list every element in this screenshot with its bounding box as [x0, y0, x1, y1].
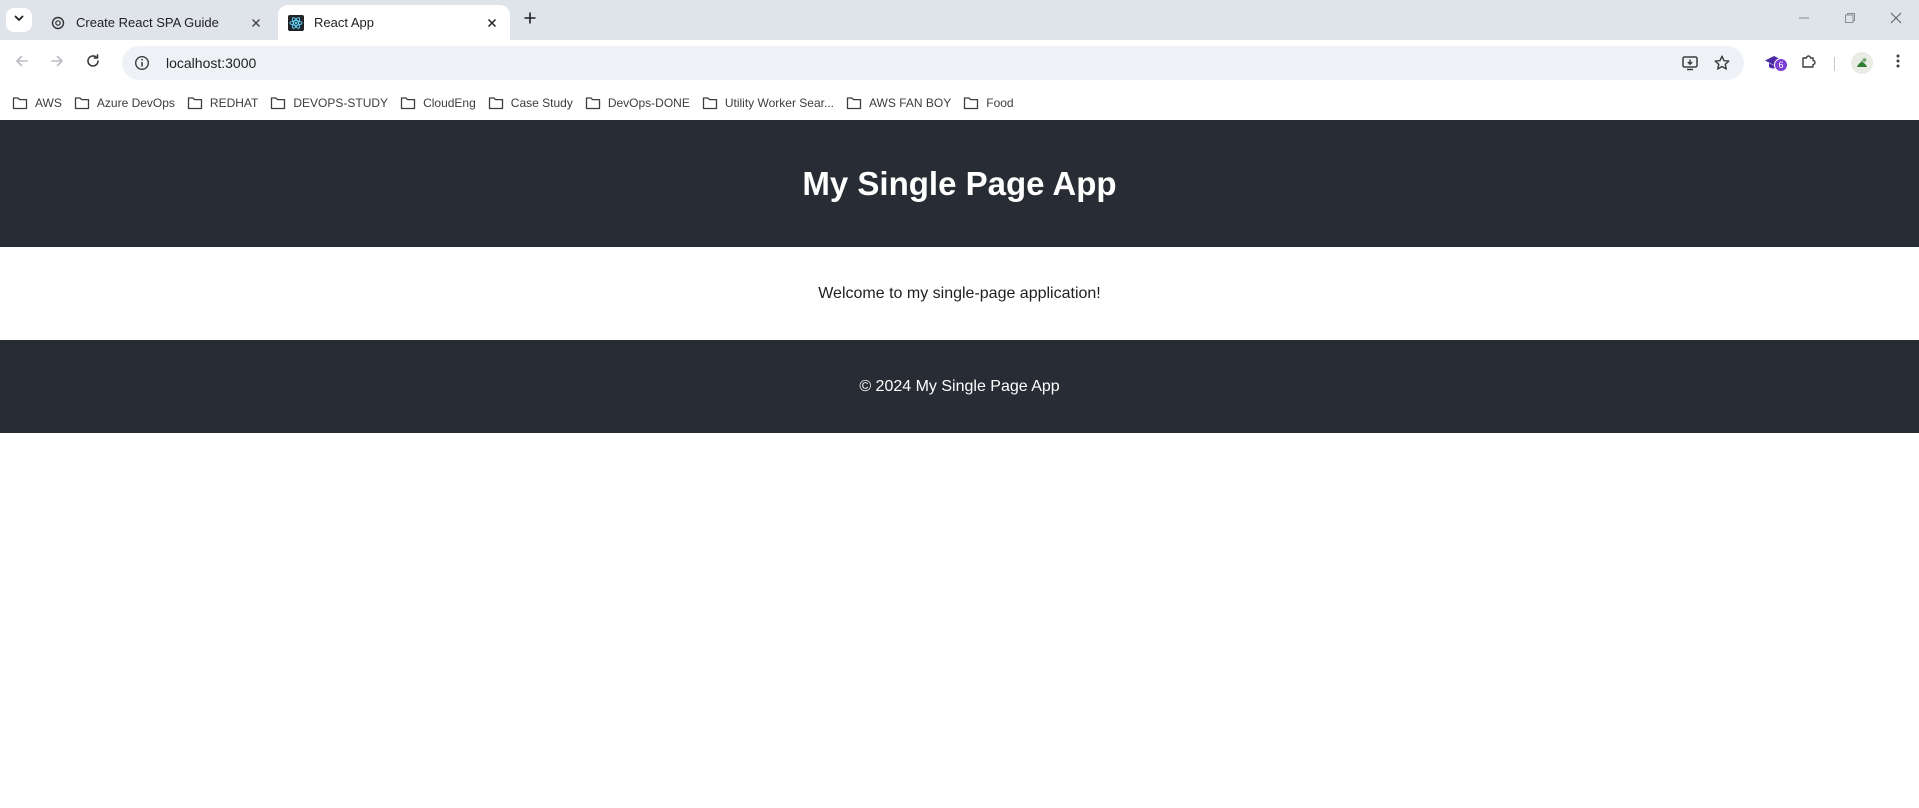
- graduation-cap-icon: 6: [1764, 54, 1788, 72]
- folder-icon: [400, 95, 416, 111]
- folder-icon: [270, 95, 286, 111]
- tab-strip: Create React SPA Guide React App: [0, 0, 1919, 40]
- plus-icon: [523, 11, 537, 30]
- bookmark-label: AWS: [35, 96, 62, 110]
- folder-icon: [74, 95, 90, 111]
- avatar: [1851, 52, 1873, 74]
- bookmark-label: Utility Worker Sear...: [724, 96, 834, 110]
- bookmark-folder-devops-done[interactable]: DevOps-DONE: [585, 90, 698, 116]
- bookmark-label: CloudEng: [423, 96, 476, 110]
- browser-menu-button[interactable]: [1884, 49, 1912, 77]
- bookmark-folder-case-study[interactable]: Case Study: [488, 90, 581, 116]
- restore-icon: [1844, 11, 1856, 29]
- reload-icon: [85, 53, 101, 74]
- minimize-icon: [1798, 11, 1810, 29]
- chatgpt-favicon-icon: [50, 15, 66, 31]
- bookmark-folder-devops-study[interactable]: DEVOPS-STUDY: [270, 90, 396, 116]
- kebab-menu-icon: [1895, 53, 1901, 74]
- forward-button[interactable]: [43, 49, 71, 77]
- bookmark-label: Food: [986, 96, 1014, 110]
- tab-title: Create React SPA Guide: [76, 15, 219, 30]
- bookmark-folder-aws[interactable]: AWS: [12, 90, 70, 116]
- folder-icon: [963, 95, 979, 111]
- tab-create-react-spa-guide[interactable]: Create React SPA Guide: [38, 5, 274, 40]
- extension-badge: 6: [1774, 58, 1788, 72]
- folder-icon: [12, 95, 28, 111]
- folder-icon: [187, 95, 203, 111]
- bookmark-label: REDHAT: [209, 96, 259, 110]
- bookmark-folder-redhat[interactable]: REDHAT: [187, 90, 266, 116]
- minimize-button[interactable]: [1784, 6, 1824, 34]
- app-footer: © 2024 My Single Page App: [0, 340, 1919, 433]
- folder-icon: [488, 95, 504, 111]
- reload-button[interactable]: [79, 49, 107, 77]
- close-tab-icon[interactable]: [246, 13, 266, 33]
- app-main: Welcome to my single-page application!: [0, 247, 1919, 340]
- close-window-button[interactable]: [1876, 6, 1916, 34]
- puzzle-piece-icon: [1800, 52, 1818, 75]
- footer-text: © 2024 My Single Page App: [859, 377, 1060, 395]
- extension-button[interactable]: 6: [1760, 49, 1788, 77]
- welcome-text: Welcome to my single-page application!: [818, 284, 1101, 302]
- page-title: My Single Page App: [802, 164, 1117, 202]
- folder-icon: [585, 95, 601, 111]
- bookmarks-bar: AWS Azure DevOps REDHAT DEVOPS-STUDY Clo…: [0, 86, 1919, 120]
- back-button[interactable]: [8, 49, 36, 77]
- tab-search-button[interactable]: [6, 8, 32, 32]
- bookmark-label: Azure DevOps: [96, 96, 175, 110]
- restore-button[interactable]: [1830, 6, 1870, 34]
- browser-toolbar: localhost:3000 6: [0, 40, 1919, 86]
- profile-button[interactable]: [1848, 49, 1876, 77]
- bookmark-folder-aws-fan-boy[interactable]: AWS FAN BOY: [846, 90, 959, 116]
- folder-icon: [846, 95, 862, 111]
- folder-icon: [702, 95, 718, 111]
- arrow-right-icon: [49, 53, 65, 74]
- url-text[interactable]: localhost:3000: [166, 55, 256, 71]
- bookmark-folder-food[interactable]: Food: [963, 90, 1021, 116]
- close-icon: [1890, 11, 1902, 29]
- site-info-icon[interactable]: [128, 49, 156, 77]
- address-bar[interactable]: localhost:3000: [122, 46, 1744, 80]
- bookmark-label: DEVOPS-STUDY: [293, 96, 389, 110]
- bookmark-label: Case Study: [510, 96, 573, 110]
- bookmark-folder-utility-worker[interactable]: Utility Worker Sear...: [702, 90, 842, 116]
- new-tab-button[interactable]: [518, 8, 542, 32]
- close-tab-icon[interactable]: [482, 13, 502, 33]
- install-app-icon[interactable]: [1676, 49, 1704, 77]
- extensions-menu-button[interactable]: [1795, 49, 1823, 77]
- toolbar-divider: [1834, 57, 1835, 71]
- bookmark-folder-azure-devops[interactable]: Azure DevOps: [74, 90, 183, 116]
- app-header: My Single Page App: [0, 120, 1919, 247]
- bookmark-star-icon[interactable]: [1708, 49, 1736, 77]
- page-viewport: My Single Page App Welcome to my single-…: [0, 120, 1919, 808]
- bookmark-label: DevOps-DONE: [607, 96, 690, 110]
- tab-react-app[interactable]: React App: [278, 5, 510, 40]
- bookmark-label: AWS FAN BOY: [868, 96, 952, 110]
- chevron-down-icon: [13, 11, 25, 29]
- tab-title: React App: [314, 15, 374, 30]
- arrow-left-icon: [14, 53, 30, 74]
- react-favicon-icon: [288, 14, 304, 31]
- bookmark-folder-cloudeng[interactable]: CloudEng: [400, 90, 484, 116]
